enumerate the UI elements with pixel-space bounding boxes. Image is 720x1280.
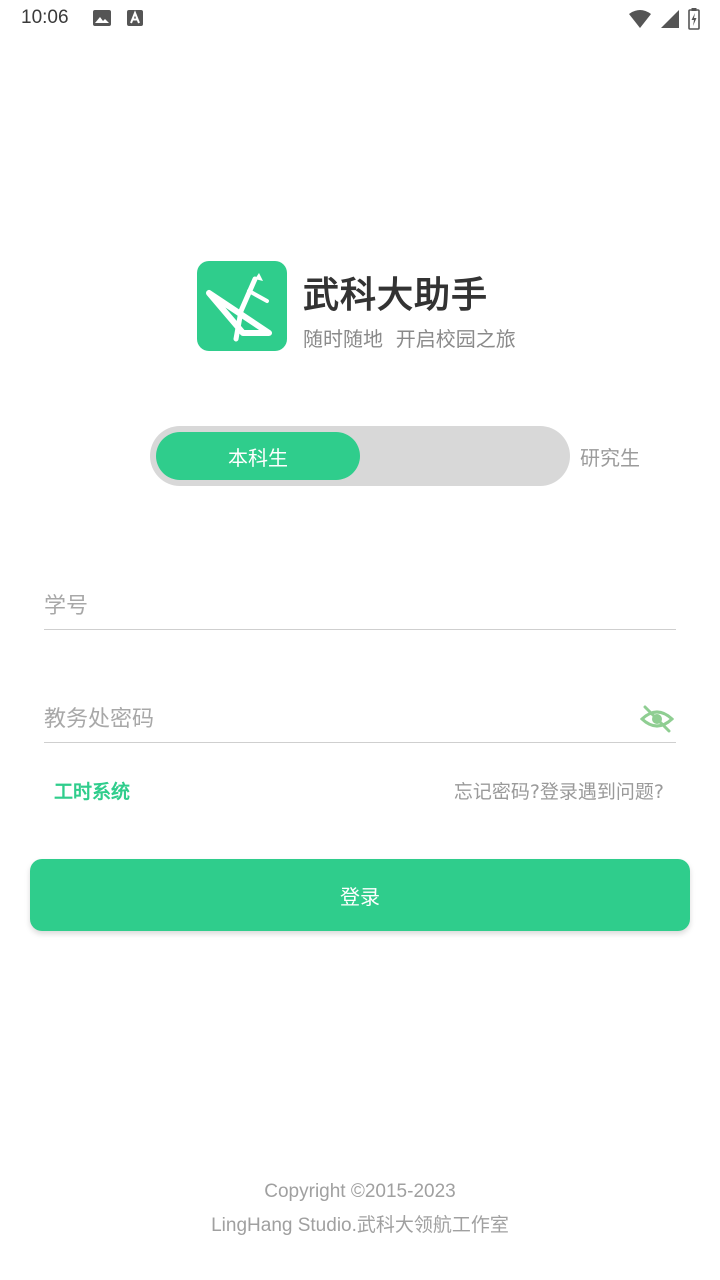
copyright-text: Copyright ©2015-2023 — [264, 1181, 456, 1202]
wifi-icon — [629, 10, 651, 28]
signal-icon — [661, 10, 679, 28]
font-a-icon — [127, 10, 143, 26]
image-icon — [93, 10, 111, 26]
student-id-field[interactable] — [44, 584, 676, 630]
toggle-undergraduate[interactable]: 本科生 — [156, 432, 360, 480]
status-time: 10:06 — [21, 7, 69, 28]
password-input[interactable] — [44, 697, 624, 742]
app-slogan: 随时随地 开启校园之旅 — [303, 327, 516, 351]
status-left-icons — [92, 8, 144, 28]
worktime-system-link[interactable]: 工时系统 — [54, 777, 130, 804]
password-field[interactable] — [44, 697, 676, 743]
status-right-icons — [628, 8, 700, 30]
studio-text: LingHang Studio.武科大领航工作室 — [211, 1215, 509, 1236]
student-type-toggle[interactable]: 本科生 研究生 — [150, 426, 640, 486]
student-id-input[interactable] — [44, 584, 676, 629]
battery-icon — [688, 8, 700, 30]
compass-ruler-icon — [206, 273, 272, 342]
login-button[interactable]: 登录 — [30, 859, 690, 931]
status-bar: 10:06 — [0, 0, 720, 36]
eye-off-icon[interactable] — [640, 705, 674, 733]
login-help-link[interactable]: 忘记密码?登录遇到问题? — [454, 777, 664, 804]
toggle-graduate[interactable]: 研究生 — [508, 432, 712, 480]
app-logo — [197, 261, 287, 351]
app-title: 武科大助手 — [303, 275, 489, 316]
